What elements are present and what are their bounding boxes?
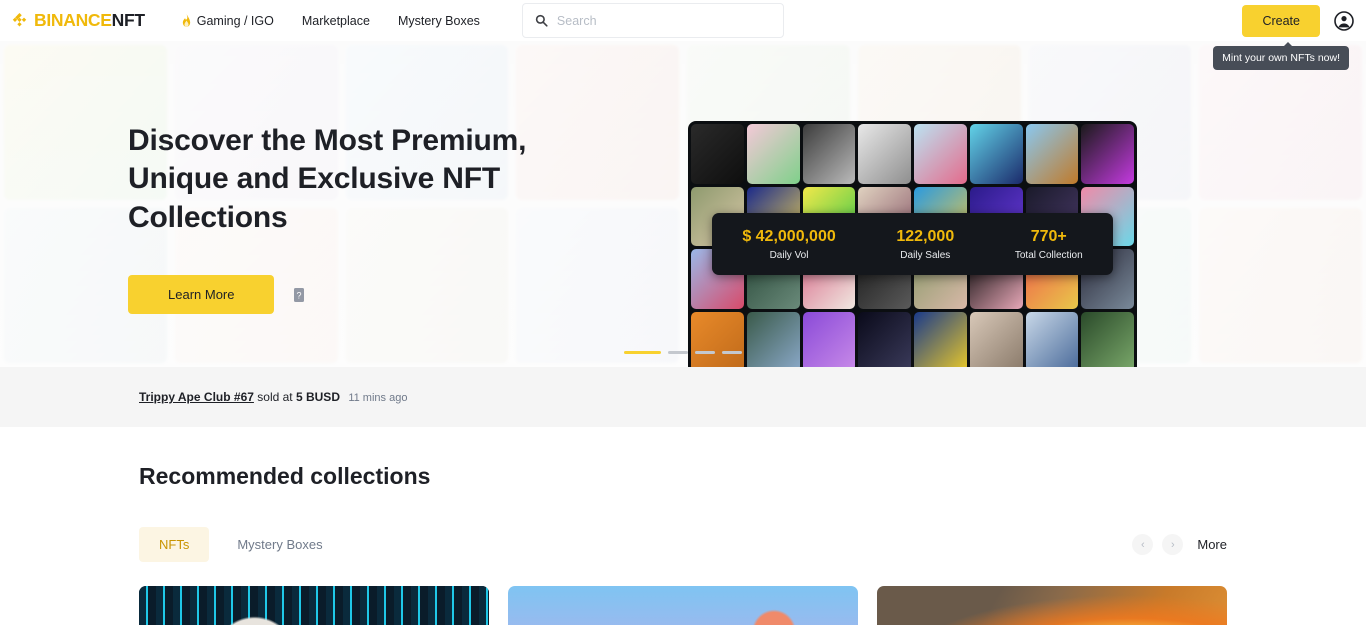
- carousel-dot-3[interactable]: [695, 351, 715, 354]
- carousel-dot-1[interactable]: [624, 351, 661, 354]
- ticker-timestamp: 11 mins ago: [348, 392, 408, 404]
- logo-wordmark: BINANCENFT: [34, 10, 145, 31]
- chevron-left-icon[interactable]: ‹: [1132, 534, 1154, 555]
- hero-text-block: Discover the Most Premium, Unique and Ex…: [128, 76, 558, 315]
- stat-value: 122,000: [896, 227, 955, 245]
- nft-thumb: [969, 311, 1023, 367]
- header-actions: Create Mint your own NFTs now!: [1213, 4, 1354, 70]
- search-input[interactable]: [556, 13, 771, 28]
- nft-thumb: [858, 124, 911, 184]
- card-artwork: [877, 586, 1227, 625]
- recent-sale-ticker: Trippy Ape Club #67 sold at 5 BUSD 11 mi…: [0, 367, 1366, 427]
- stat-value: 770+: [1030, 227, 1067, 245]
- more-link[interactable]: More: [1197, 537, 1227, 552]
- logo-brand-text: BINANCE: [34, 10, 112, 30]
- stat-daily-sales: 122,000 Daily Sales: [896, 228, 954, 261]
- section-title: Recommended collections: [139, 463, 431, 489]
- carousel-dot-4[interactable]: [722, 351, 742, 354]
- nft-thumb: [858, 311, 911, 367]
- binance-diamond-icon: [10, 11, 29, 30]
- flame-icon: [181, 14, 192, 27]
- ticker-inner: Trippy Ape Club #67 sold at 5 BUSD 11 mi…: [128, 390, 1238, 404]
- carousel-pagination: [0, 351, 1366, 354]
- stat-daily-vol: $ 42,000,000 Daily Vol: [742, 228, 835, 261]
- create-tooltip: Mint your own NFTs now!: [1213, 41, 1349, 70]
- binance-nft-logo[interactable]: BINANCENFT: [10, 10, 145, 31]
- tab-nfts[interactable]: NFTs: [139, 527, 210, 562]
- collection-card-list: [139, 586, 1227, 625]
- ticker-price: 5 BUSD: [295, 390, 340, 404]
- nft-thumb: [691, 311, 744, 367]
- nft-thumb: [969, 124, 1023, 184]
- card-artwork: [139, 586, 489, 625]
- hero-title: Discover the Most Premium, Unique and Ex…: [128, 124, 527, 234]
- nft-thumb: [1025, 311, 1079, 367]
- nav-label-mystery-boxes: Mystery Boxes: [397, 13, 480, 28]
- svg-text:?: ?: [297, 290, 302, 300]
- stat-label: Daily Sales: [900, 249, 951, 261]
- stat-label: Total Collection: [1014, 249, 1083, 261]
- top-navigation-bar: BINANCENFT Gaming / IGO Marketplace Myst…: [0, 0, 1366, 70]
- info-badge-icon: ?: [292, 287, 306, 303]
- search-icon: [535, 14, 548, 27]
- nft-thumb: [1081, 124, 1134, 184]
- learn-more-button[interactable]: Learn More: [128, 275, 275, 315]
- stat-label: Daily Vol: [769, 249, 809, 261]
- recommended-toolbar: NFTs Mystery Boxes ‹ › More: [139, 527, 1227, 562]
- stat-total-collection: 770+ Total Collection: [1015, 228, 1083, 261]
- tab-mystery-boxes[interactable]: Mystery Boxes: [217, 527, 342, 562]
- nft-thumb: [914, 124, 967, 184]
- nft-thumb: [691, 124, 744, 184]
- chevron-right-icon[interactable]: ›: [1162, 534, 1184, 555]
- nft-thumb: [1025, 124, 1079, 184]
- stats-bar: $ 42,000,000 Daily Vol 122,000 Daily Sal…: [712, 213, 1113, 275]
- nav-item-mystery-boxes[interactable]: Mystery Boxes: [384, 8, 494, 34]
- category-tabs: NFTs Mystery Boxes: [139, 527, 343, 562]
- collection-card[interactable]: [139, 586, 489, 625]
- ticker-sold-label: sold at: [257, 390, 293, 404]
- create-button[interactable]: Create: [1242, 4, 1320, 37]
- nft-thumb: [914, 311, 967, 367]
- logo-product-text: NFT: [111, 10, 145, 30]
- hero-cta-row: Learn More ?: [128, 275, 558, 315]
- user-account-icon[interactable]: [1334, 10, 1354, 31]
- ticker-item-link[interactable]: Trippy Ape Club #67: [139, 390, 254, 404]
- main-nav: Gaming / IGO Marketplace Mystery Boxes: [167, 8, 494, 34]
- hero-banner: Discover the Most Premium, Unique and Ex…: [0, 41, 1366, 367]
- nft-thumb: [746, 124, 800, 184]
- carousel-dot-2[interactable]: [668, 351, 688, 354]
- nav-item-gaming-igo[interactable]: Gaming / IGO: [167, 8, 288, 34]
- stat-value: $ 42,000,000: [742, 227, 836, 245]
- nft-thumb: [802, 124, 856, 184]
- nft-showcase-card: $ 42,000,000 Daily Vol 122,000 Daily Sal…: [688, 121, 1137, 367]
- nav-item-marketplace[interactable]: Marketplace: [288, 8, 384, 34]
- recommended-section: Recommended collections NFTs Mystery Box…: [0, 427, 1366, 625]
- recommended-inner: Recommended collections NFTs Mystery Box…: [128, 427, 1238, 625]
- nft-thumb: [746, 311, 800, 367]
- nav-label-gaming-igo: Gaming / IGO: [196, 13, 274, 28]
- card-artwork: [508, 586, 858, 625]
- nft-thumb: [1081, 311, 1134, 367]
- nft-thumb: [802, 311, 856, 367]
- collection-card[interactable]: [508, 586, 858, 625]
- carousel-controls: ‹ › More: [1132, 534, 1227, 555]
- nav-label-marketplace: Marketplace: [301, 13, 370, 28]
- search-box[interactable]: [521, 3, 784, 38]
- ticker-text: Trippy Ape Club #67 sold at 5 BUSD 11 mi…: [139, 390, 1238, 404]
- collection-card[interactable]: [877, 586, 1227, 625]
